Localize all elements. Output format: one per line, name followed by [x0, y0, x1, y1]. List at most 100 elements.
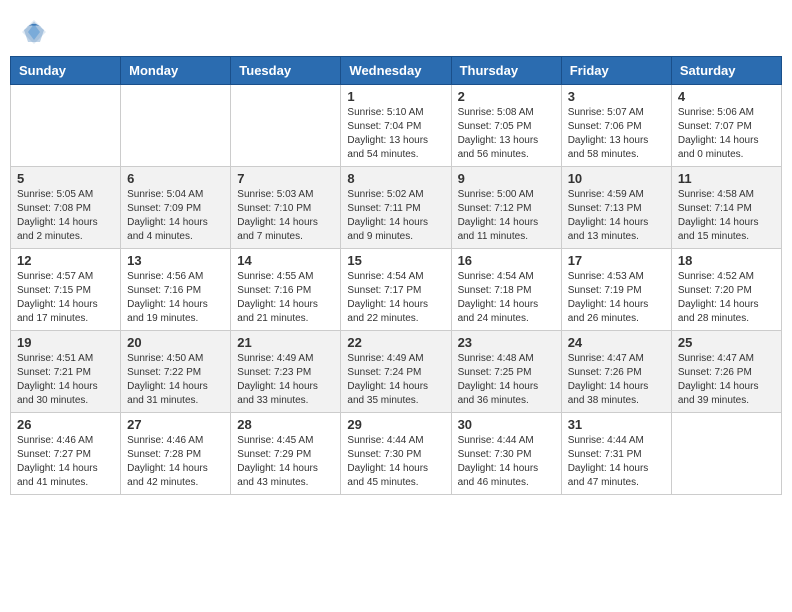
day-info: Sunrise: 4:44 AM Sunset: 7:30 PM Dayligh… — [458, 434, 555, 490]
day-number: 27 — [127, 417, 224, 432]
day-number: 16 — [458, 253, 555, 268]
calendar-cell — [11, 85, 121, 167]
day-number: 20 — [127, 335, 224, 350]
weekday-header-friday: Friday — [561, 57, 671, 85]
weekday-header-wednesday: Wednesday — [341, 57, 451, 85]
day-number: 3 — [568, 89, 665, 104]
calendar-cell: 31Sunrise: 4:44 AM Sunset: 7:31 PM Dayli… — [561, 413, 671, 495]
day-info: Sunrise: 4:48 AM Sunset: 7:25 PM Dayligh… — [458, 352, 555, 408]
calendar-cell: 19 Sunrise: 4:51 AM Sunset: 7:21 PM Dayli… — [11, 331, 121, 413]
day-info: Sunrise: 4:54 AM Sunset: 7:17 PM Dayligh… — [347, 270, 444, 326]
calendar-cell: 14 Sunrise: 4:55 AM Sunset: 7:16 PM Dayli… — [231, 249, 341, 331]
day-info: Sunrise: 4:56 AM Sunset: 7:16 PM Dayligh… — [127, 270, 224, 326]
calendar-week-3: 12 Sunrise: 4:57 AM Sunset: 7:15 PM Dayli… — [11, 249, 782, 331]
calendar-cell — [671, 413, 781, 495]
day-number: 6 — [127, 171, 224, 186]
calendar-cell: 8 Sunrise: 5:02 AM Sunset: 7:11 PM Daylig… — [341, 167, 451, 249]
day-number: 12 — [17, 253, 114, 268]
weekday-header-tuesday: Tuesday — [231, 57, 341, 85]
day-info: Sunrise: 5:04 AM Sunset: 7:09 PM Dayligh… — [127, 188, 224, 244]
calendar-cell: 5Sunrise: 5:05 AM Sunset: 7:08 PM Daylig… — [11, 167, 121, 249]
calendar-cell: 23 Sunrise: 4:48 AM Sunset: 7:25 PM Dayli… — [451, 331, 561, 413]
calendar-cell: 25 Sunrise: 4:47 AM Sunset: 7:26 PM Dayli… — [671, 331, 781, 413]
day-info: Sunrise: 4:47 AM Sunset: 7:26 PM Dayligh… — [568, 352, 665, 408]
calendar-cell: 3Sunrise: 5:07 AM Sunset: 7:06 PM Daylig… — [561, 85, 671, 167]
day-number: 25 — [678, 335, 775, 350]
day-info: Sunrise: 4:45 AM Sunset: 7:29 PM Dayligh… — [237, 434, 334, 490]
day-number: 7 — [237, 171, 334, 186]
calendar-cell — [121, 85, 231, 167]
day-info: Sunrise: 4:53 AM Sunset: 7:19 PM Dayligh… — [568, 270, 665, 326]
calendar-cell: 28 Sunrise: 4:45 AM Sunset: 7:29 PM Dayli… — [231, 413, 341, 495]
calendar-cell: 6 Sunrise: 5:04 AM Sunset: 7:09 PM Daylig… — [121, 167, 231, 249]
day-info: Sunrise: 4:52 AM Sunset: 7:20 PM Dayligh… — [678, 270, 775, 326]
calendar-cell: 22Sunrise: 4:49 AM Sunset: 7:24 PM Dayli… — [341, 331, 451, 413]
day-number: 8 — [347, 171, 444, 186]
day-number: 5 — [17, 171, 114, 186]
calendar-cell: 1 Sunrise: 5:10 AM Sunset: 7:04 PM Daylig… — [341, 85, 451, 167]
day-info: Sunrise: 4:55 AM Sunset: 7:16 PM Dayligh… — [237, 270, 334, 326]
day-info: Sunrise: 4:47 AM Sunset: 7:26 PM Dayligh… — [678, 352, 775, 408]
day-number: 23 — [458, 335, 555, 350]
day-info: Sunrise: 4:49 AM Sunset: 7:23 PM Dayligh… — [237, 352, 334, 408]
day-info: Sunrise: 5:00 AM Sunset: 7:12 PM Dayligh… — [458, 188, 555, 244]
day-number: 14 — [237, 253, 334, 268]
day-number: 9 — [458, 171, 555, 186]
day-number: 10 — [568, 171, 665, 186]
day-info: Sunrise: 4:54 AM Sunset: 7:18 PM Dayligh… — [458, 270, 555, 326]
day-number: 30 — [458, 417, 555, 432]
calendar-cell: 20Sunrise: 4:50 AM Sunset: 7:22 PM Dayli… — [121, 331, 231, 413]
weekday-header-saturday: Saturday — [671, 57, 781, 85]
page-header — [10, 10, 782, 50]
day-info: Sunrise: 5:08 AM Sunset: 7:05 PM Dayligh… — [458, 106, 555, 162]
calendar-cell: 4 Sunrise: 5:06 AM Sunset: 7:07 PM Daylig… — [671, 85, 781, 167]
day-number: 31 — [568, 417, 665, 432]
day-info: Sunrise: 4:59 AM Sunset: 7:13 PM Dayligh… — [568, 188, 665, 244]
day-number: 21 — [237, 335, 334, 350]
calendar-cell: 24 Sunrise: 4:47 AM Sunset: 7:26 PM Dayli… — [561, 331, 671, 413]
day-number: 18 — [678, 253, 775, 268]
calendar-week-4: 19 Sunrise: 4:51 AM Sunset: 7:21 PM Dayli… — [11, 331, 782, 413]
calendar-table: SundayMondayTuesdayWednesdayThursdayFrid… — [10, 56, 782, 495]
calendar-week-5: 26 Sunrise: 4:46 AM Sunset: 7:27 PM Dayli… — [11, 413, 782, 495]
calendar-cell: 18 Sunrise: 4:52 AM Sunset: 7:20 PM Dayli… — [671, 249, 781, 331]
day-number: 28 — [237, 417, 334, 432]
day-number: 1 — [347, 89, 444, 104]
calendar-cell: 27 Sunrise: 4:46 AM Sunset: 7:28 PM Dayli… — [121, 413, 231, 495]
calendar-cell: 9 Sunrise: 5:00 AM Sunset: 7:12 PM Daylig… — [451, 167, 561, 249]
calendar-cell: 21 Sunrise: 4:49 AM Sunset: 7:23 PM Dayli… — [231, 331, 341, 413]
day-info: Sunrise: 5:06 AM Sunset: 7:07 PM Dayligh… — [678, 106, 775, 162]
calendar-cell — [231, 85, 341, 167]
weekday-header-monday: Monday — [121, 57, 231, 85]
day-info: Sunrise: 5:02 AM Sunset: 7:11 PM Dayligh… — [347, 188, 444, 244]
day-info: Sunrise: 4:57 AM Sunset: 7:15 PM Dayligh… — [17, 270, 114, 326]
day-info: Sunrise: 4:51 AM Sunset: 7:21 PM Dayligh… — [17, 352, 114, 408]
day-number: 4 — [678, 89, 775, 104]
calendar-cell: 15 Sunrise: 4:54 AM Sunset: 7:17 PM Dayli… — [341, 249, 451, 331]
day-info: Sunrise: 5:10 AM Sunset: 7:04 PM Dayligh… — [347, 106, 444, 162]
calendar-cell: 12 Sunrise: 4:57 AM Sunset: 7:15 PM Dayli… — [11, 249, 121, 331]
day-number: 2 — [458, 89, 555, 104]
calendar-cell: 11Sunrise: 4:58 AM Sunset: 7:14 PM Dayli… — [671, 167, 781, 249]
weekday-header-row: SundayMondayTuesdayWednesdayThursdayFrid… — [11, 57, 782, 85]
day-number: 11 — [678, 171, 775, 186]
calendar-cell: 10 Sunrise: 4:59 AM Sunset: 7:13 PM Dayli… — [561, 167, 671, 249]
day-number: 15 — [347, 253, 444, 268]
calendar-week-2: 5Sunrise: 5:05 AM Sunset: 7:08 PM Daylig… — [11, 167, 782, 249]
calendar-cell: 30 Sunrise: 4:44 AM Sunset: 7:30 PM Dayli… — [451, 413, 561, 495]
day-number: 26 — [17, 417, 114, 432]
calendar-cell: 7 Sunrise: 5:03 AM Sunset: 7:10 PM Daylig… — [231, 167, 341, 249]
calendar-cell: 26 Sunrise: 4:46 AM Sunset: 7:27 PM Dayli… — [11, 413, 121, 495]
day-info: Sunrise: 4:49 AM Sunset: 7:24 PM Dayligh… — [347, 352, 444, 408]
calendar-cell: 17 Sunrise: 4:53 AM Sunset: 7:19 PM Dayli… — [561, 249, 671, 331]
day-info: Sunrise: 4:46 AM Sunset: 7:28 PM Dayligh… — [127, 434, 224, 490]
day-number: 29 — [347, 417, 444, 432]
day-number: 17 — [568, 253, 665, 268]
day-info: Sunrise: 4:46 AM Sunset: 7:27 PM Dayligh… — [17, 434, 114, 490]
calendar-cell: 2 Sunrise: 5:08 AM Sunset: 7:05 PM Daylig… — [451, 85, 561, 167]
day-number: 24 — [568, 335, 665, 350]
day-info: Sunrise: 5:03 AM Sunset: 7:10 PM Dayligh… — [237, 188, 334, 244]
day-number: 19 — [17, 335, 114, 350]
day-info: Sunrise: 4:44 AM Sunset: 7:30 PM Dayligh… — [347, 434, 444, 490]
weekday-header-sunday: Sunday — [11, 57, 121, 85]
